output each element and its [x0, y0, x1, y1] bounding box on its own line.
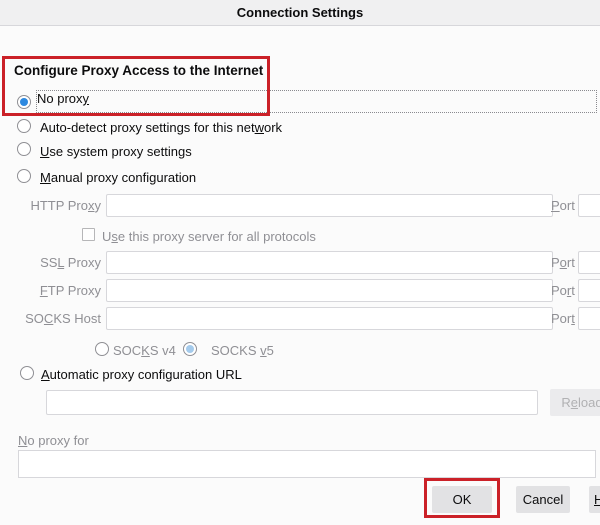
ftp-proxy-input[interactable] — [106, 279, 553, 302]
autoconfig-url-input[interactable] — [46, 390, 538, 415]
cancel-button[interactable]: Cancel — [516, 486, 570, 513]
radio-label-socks-v4[interactable]: SOCKS v4 — [113, 343, 176, 358]
radio-label-manual[interactable]: Manual proxy configuration — [40, 170, 196, 185]
radio-label-socks-v5[interactable]: SOCKS v5 — [211, 343, 274, 358]
http-proxy-label: HTTP Proxy — [0, 199, 101, 213]
radio-manual[interactable] — [17, 169, 31, 183]
no-proxy-focus-outline[interactable]: No proxy — [36, 90, 597, 113]
radio-no-proxy[interactable] — [17, 95, 31, 109]
ok-button[interactable]: OK — [432, 486, 492, 513]
ssl-port-input[interactable] — [578, 251, 600, 274]
reload-button[interactable]: Reload — [550, 389, 600, 416]
ssl-proxy-input[interactable] — [106, 251, 553, 274]
ftp-port-label: Port — [551, 284, 575, 298]
dialog-title: Connection Settings — [0, 0, 600, 26]
radio-auto-detect[interactable] — [17, 119, 31, 133]
ftp-port-input[interactable] — [578, 279, 600, 302]
use-for-all-protocols-label[interactable]: Use this proxy server for all protocols — [102, 229, 316, 244]
radio-label-no-proxy[interactable]: No proxy — [37, 91, 89, 106]
connection-settings-dialog: Connection Settings Configure Proxy Acce… — [0, 0, 600, 525]
http-port-label: Port — [551, 199, 575, 213]
socks-port-label: Port — [551, 312, 575, 326]
no-proxy-for-label: No proxy for — [18, 433, 89, 448]
http-proxy-input[interactable] — [106, 194, 553, 217]
ftp-proxy-label: FTP Proxy — [0, 284, 101, 298]
radio-socks-v4[interactable] — [95, 342, 109, 356]
socks-host-label: SOCKS Host — [0, 312, 101, 326]
no-proxy-for-textarea[interactable] — [18, 450, 596, 478]
ssl-proxy-label: SSL Proxy — [0, 256, 101, 270]
socks-host-input[interactable] — [106, 307, 553, 330]
radio-label-auto-detect[interactable]: Auto-detect proxy settings for this netw… — [40, 120, 282, 135]
help-button[interactable]: Help — [589, 486, 600, 513]
ssl-port-label: Port — [551, 256, 575, 270]
use-for-all-protocols-checkbox[interactable] — [82, 228, 95, 241]
section-heading: Configure Proxy Access to the Internet — [14, 63, 263, 78]
socks-port-input[interactable] — [578, 307, 600, 330]
radio-label-auto-url[interactable]: Automatic proxy configuration URL — [41, 367, 242, 382]
radio-label-use-system[interactable]: Use system proxy settings — [40, 144, 192, 159]
http-port-input[interactable] — [578, 194, 600, 217]
radio-auto-url[interactable] — [20, 366, 34, 380]
radio-use-system[interactable] — [17, 142, 31, 156]
radio-socks-v5[interactable] — [183, 342, 197, 356]
